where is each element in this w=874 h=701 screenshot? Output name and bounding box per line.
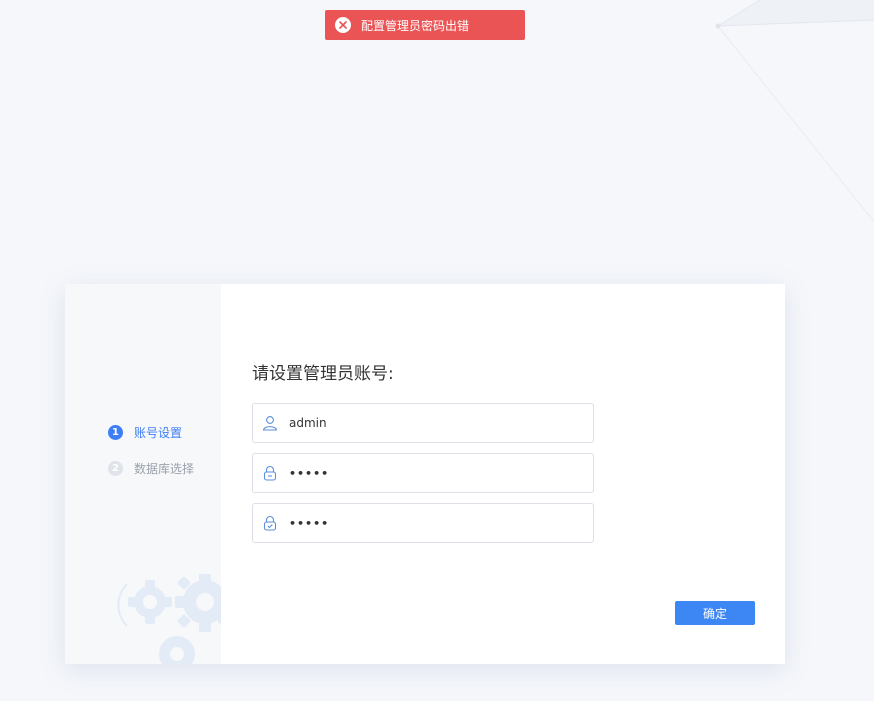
username-input[interactable]: admin: [252, 403, 594, 443]
lock-icon: [262, 465, 278, 481]
step-list: 1 账号设置 2 数据库选择: [108, 424, 194, 496]
form-panel: 请设置管理员账号: admin ••••• ••••• 确定: [221, 284, 785, 664]
error-toast: 配置管理员密码出错: [325, 10, 525, 40]
step-number: 2: [108, 460, 123, 476]
step-label: 数据库选择: [134, 461, 195, 476]
step-number: 1: [108, 424, 123, 440]
step-label: 账号设置: [134, 425, 183, 440]
setup-card: 1 账号设置 2 数据库选择 请设置管理员账号: admin ••••• •••…: [65, 284, 785, 664]
gears-icon: [117, 574, 221, 664]
toast-message: 配置管理员密码出错: [361, 18, 470, 33]
password-input[interactable]: •••••: [252, 453, 594, 493]
steps-panel: 1 账号设置 2 数据库选择: [65, 284, 221, 664]
password-value: •••••: [289, 466, 330, 480]
form-title: 请设置管理员账号:: [252, 364, 394, 384]
confirm-button[interactable]: 确定: [675, 601, 755, 625]
lock-check-icon: [262, 515, 278, 531]
user-icon: [262, 415, 278, 431]
page: 配置管理员密码出错 1 账号设置 2 数据库选择 请设置管理员账号: admin…: [0, 0, 874, 701]
close-circle-icon[interactable]: [335, 17, 351, 33]
confirm-password-input[interactable]: •••••: [252, 503, 594, 543]
step-database-selection[interactable]: 2 数据库选择: [108, 460, 194, 476]
step-account-settings[interactable]: 1 账号设置: [108, 424, 194, 440]
confirm-password-value: •••••: [289, 516, 330, 530]
username-value: admin: [289, 416, 327, 430]
